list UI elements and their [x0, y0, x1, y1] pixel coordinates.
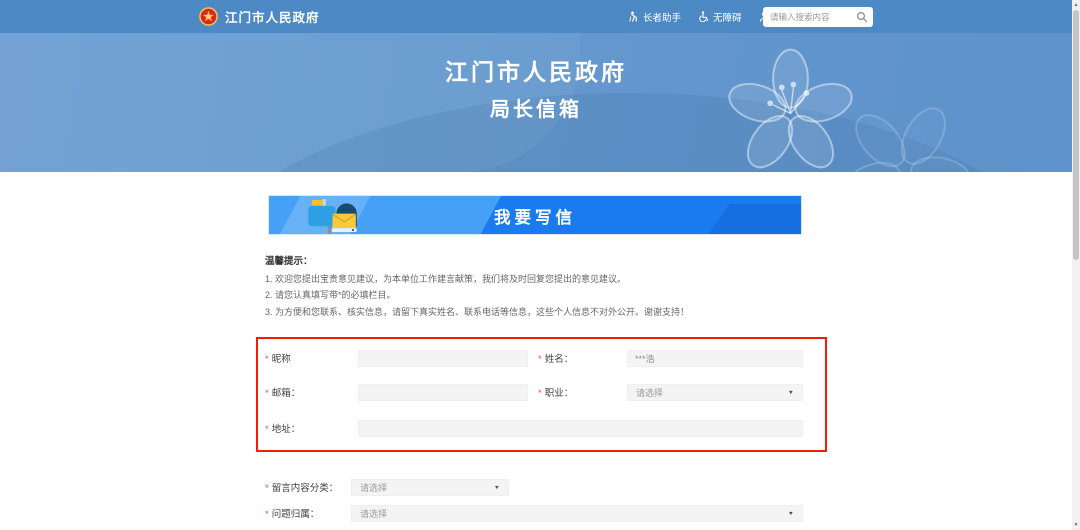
category-label: *留言内容分类： [265, 480, 338, 494]
nickname-label: *昵称 [265, 351, 291, 365]
required-mark: * [265, 424, 269, 435]
hero-titles: 江门市人民政府 局长信箱 [0, 55, 1072, 125]
hero-title-line1: 江门市人民政府 [0, 55, 1072, 89]
accessibility-icon [698, 11, 709, 22]
search-input[interactable] [770, 12, 856, 22]
attribution-selected-value: 请选择 [360, 507, 387, 520]
vertical-scrollbar[interactable]: ▲ ▼ [1072, 0, 1080, 530]
attribution-select[interactable]: 请选择 ▼ [351, 505, 803, 522]
scroll-up-button[interactable]: ▲ [1072, 0, 1080, 10]
nickname-input[interactable] [358, 350, 528, 367]
attribution-label: *问题归属： [265, 506, 319, 520]
required-mark: * [265, 354, 269, 365]
form-row-nickname-name: *昵称 *姓名： [265, 349, 291, 367]
form-row-email-occupation: *邮箱： *职业： 请选择 ▼ [265, 383, 300, 401]
hero-title-line2: 局长信箱 [0, 95, 1072, 125]
chevron-down-icon: ▼ [494, 484, 500, 490]
required-mark: * [265, 509, 269, 520]
name-label: *姓名： [538, 351, 573, 365]
chevron-down-icon: ▼ [788, 389, 794, 395]
accessibility-link[interactable]: 无障碍 [698, 10, 742, 24]
required-mark: * [265, 483, 269, 494]
chevron-down-icon: ▼ [788, 510, 794, 516]
required-mark: * [265, 388, 269, 399]
required-mark: * [538, 388, 542, 399]
site-name: 江门市人民政府 [225, 7, 320, 26]
address-input[interactable] [358, 420, 803, 437]
notice-line: 2. 请您认真填写带*的必填栏目。 [265, 287, 813, 304]
name-input[interactable] [627, 350, 803, 367]
required-mark: * [538, 354, 542, 365]
email-label: *邮箱： [265, 385, 300, 399]
scrollbar-thumb[interactable] [1073, 10, 1079, 260]
write-letter-title: 我要写信 [269, 196, 801, 235]
page: 江门市人民政府 长者助手 无障碍 [0, 0, 1072, 530]
notice-title: 温馨提示： [265, 254, 813, 271]
category-selected-value: 请选择 [360, 481, 387, 494]
notice-block: 温馨提示： 1. 欢迎您提出宝贵意见建议，为本单位工作建言献策，我们将及时回复您… [265, 254, 813, 320]
notice-line: 3. 为方便和您联系、核实信息，请留下真实姓名、联系电话等信息，这些个人信息不对… [265, 304, 813, 321]
elder-assistant-label: 长者助手 [643, 10, 681, 24]
address-label: *地址： [265, 421, 300, 435]
occupation-select[interactable]: 请选择 ▼ [627, 384, 803, 401]
elder-icon [628, 11, 639, 22]
scroll-down-button[interactable]: ▼ [1072, 520, 1080, 530]
occupation-selected-value: 请选择 [636, 386, 663, 399]
search-box [763, 7, 873, 27]
category-select[interactable]: 请选择 ▼ [351, 479, 509, 496]
hero-banner: 江门市人民政府 局长信箱 [0, 33, 1072, 172]
write-letter-banner: 我要写信 [268, 195, 802, 235]
national-emblem-icon [199, 7, 218, 26]
accessibility-label: 无障碍 [713, 10, 742, 24]
form-row-attribution: *问题归属： 请选择 ▼ [265, 504, 319, 522]
top-bar: 江门市人民政府 长者助手 无障碍 [0, 0, 1072, 33]
search-icon[interactable] [856, 11, 868, 23]
site-logo[interactable]: 江门市人民政府 [199, 0, 320, 33]
elder-assistant-link[interactable]: 长者助手 [628, 10, 681, 24]
email-input[interactable] [358, 384, 528, 401]
notice-line: 1. 欢迎您提出宝贵意见建议，为本单位工作建言献策，我们将及时回复您提出的意见建… [265, 271, 813, 288]
occupation-label: *职业： [538, 385, 573, 399]
form-row-category: *留言内容分类： 请选择 ▼ [265, 478, 338, 496]
form-row-address: *地址： [265, 419, 300, 437]
